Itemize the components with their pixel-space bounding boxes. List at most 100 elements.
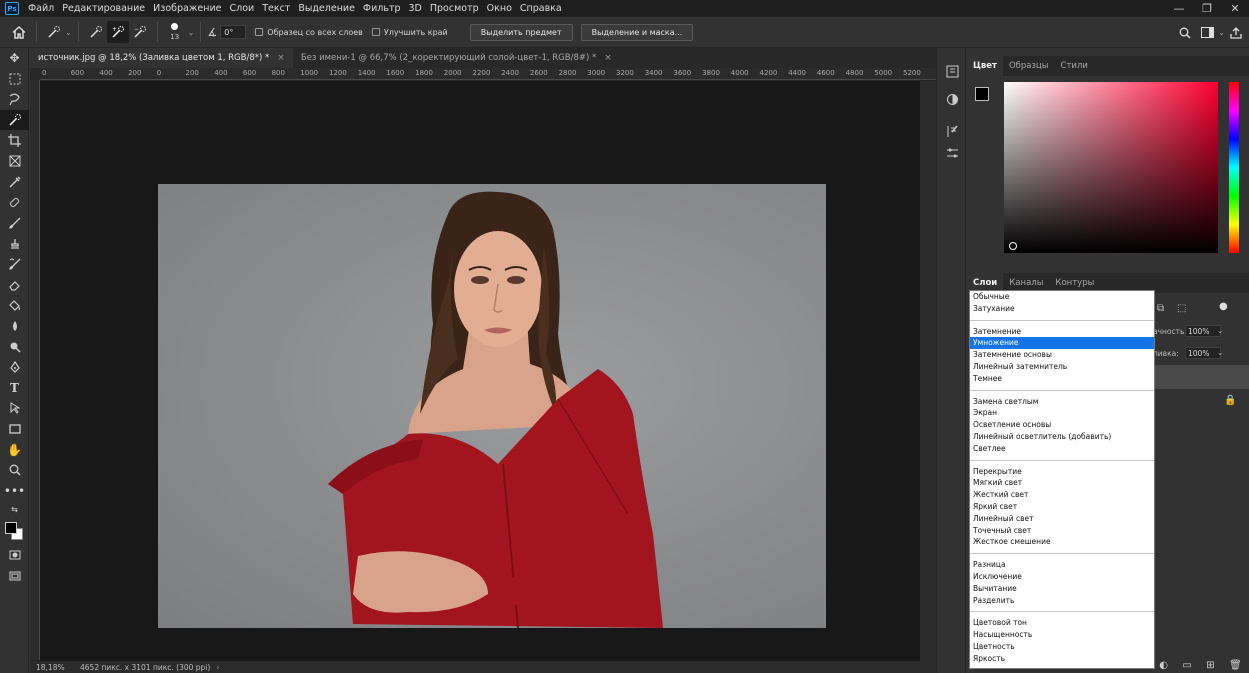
close-icon[interactable]: × bbox=[604, 53, 612, 63]
sample-all-layers-option[interactable]: Образец со всех слоев bbox=[255, 28, 363, 37]
foreground-background-colors[interactable] bbox=[0, 517, 29, 545]
eyedropper-tool-icon[interactable] bbox=[0, 172, 29, 193]
properties-panel-icon[interactable] bbox=[937, 142, 967, 164]
adjustment-layer-icon[interactable]: ◐ bbox=[1159, 660, 1168, 671]
screen-mode-icon[interactable] bbox=[0, 566, 29, 587]
tab-untitled-document[interactable]: Без имени-1 @ 66,7% (2_коректирующий сол… bbox=[293, 48, 620, 68]
blend-mode-option[interactable]: Яркий свет bbox=[970, 501, 1154, 513]
history-brush-tool-icon[interactable] bbox=[0, 254, 29, 275]
healing-brush-tool-icon[interactable] bbox=[0, 192, 29, 213]
chevron-down-icon[interactable]: ⌄ bbox=[65, 28, 72, 37]
home-icon[interactable] bbox=[8, 21, 30, 43]
enhance-edge-checkbox[interactable] bbox=[371, 28, 380, 36]
menu-help[interactable]: Справка bbox=[516, 3, 566, 14]
delete-layer-icon[interactable]: 🗑 bbox=[1229, 660, 1242, 671]
crop-tool-icon[interactable] bbox=[0, 130, 29, 151]
color-picker-field[interactable] bbox=[1004, 82, 1218, 253]
marquee-tool-icon[interactable] bbox=[0, 69, 29, 90]
filter-toggle-icon[interactable]: ● bbox=[1219, 301, 1228, 312]
blend-mode-option[interactable]: Светлее bbox=[970, 443, 1154, 455]
blend-mode-option[interactable]: Осветление основы bbox=[970, 419, 1154, 431]
menu-layers[interactable]: Слои bbox=[225, 3, 258, 14]
restore-button[interactable]: ❐ bbox=[1193, 0, 1221, 17]
blend-mode-option[interactable]: Обычные bbox=[970, 291, 1154, 303]
history-panel-icon[interactable] bbox=[937, 60, 967, 82]
hue-slider[interactable] bbox=[1229, 82, 1239, 253]
workspace-icon[interactable] bbox=[1196, 22, 1218, 44]
chevron-down-icon[interactable]: ⌄ bbox=[1217, 348, 1223, 357]
menu-window[interactable]: Окно bbox=[483, 3, 516, 14]
enhance-edge-option[interactable]: Улучшить край bbox=[371, 28, 448, 37]
chevron-down-icon[interactable]: ⌄ bbox=[1217, 326, 1223, 335]
blend-mode-option[interactable]: Затухание bbox=[970, 303, 1154, 315]
chevron-right-icon[interactable]: › bbox=[216, 663, 219, 672]
lock-artboard-icon[interactable]: ⧉ bbox=[1157, 303, 1164, 314]
tab-styles[interactable]: Стили bbox=[1055, 56, 1094, 76]
hand-tool-icon[interactable]: ✋ bbox=[0, 439, 29, 460]
blend-mode-option[interactable]: Экран bbox=[970, 407, 1154, 419]
swap-colors-icon[interactable]: ⇆ bbox=[0, 501, 29, 517]
blend-mode-option[interactable]: Линейный затемнитель bbox=[970, 361, 1154, 373]
chevron-down-icon[interactable]: ⌄ bbox=[188, 28, 195, 37]
brush-size-picker[interactable]: 13 bbox=[164, 18, 186, 46]
layer-row[interactable] bbox=[1152, 365, 1249, 389]
angle-input[interactable]: 0° bbox=[220, 25, 247, 39]
eraser-tool-icon[interactable] bbox=[0, 275, 29, 296]
fill-input[interactable]: 100% bbox=[1185, 347, 1221, 359]
menu-3d[interactable]: 3D bbox=[405, 3, 426, 14]
blend-mode-option[interactable]: Затемнение bbox=[970, 326, 1154, 338]
close-window-button[interactable]: ✕ bbox=[1221, 0, 1249, 17]
canvas-pasteboard[interactable] bbox=[40, 81, 920, 661]
blend-mode-option[interactable]: Разница bbox=[970, 559, 1154, 571]
color-picker-cursor[interactable] bbox=[1009, 242, 1017, 250]
blend-mode-option[interactable]: Вычитание bbox=[970, 583, 1154, 595]
foreground-color-swatch[interactable] bbox=[975, 87, 989, 101]
tool-preset-quick-select-icon[interactable] bbox=[43, 21, 65, 43]
blend-mode-option[interactable]: Яркость bbox=[970, 653, 1154, 665]
menu-edit[interactable]: Редактирование bbox=[58, 3, 149, 14]
zoom-level[interactable]: 18,18% bbox=[36, 663, 74, 672]
menu-type[interactable]: Текст bbox=[258, 3, 294, 14]
quick-selection-tool-icon[interactable] bbox=[0, 109, 29, 131]
menu-filter[interactable]: Фильтр bbox=[359, 3, 405, 14]
subtract-from-selection-brush-icon[interactable]: − bbox=[129, 21, 151, 43]
brush-settings-panel-icon[interactable] bbox=[937, 120, 967, 142]
edit-toolbar-icon[interactable]: ••• bbox=[0, 480, 29, 501]
sample-all-layers-checkbox[interactable] bbox=[255, 28, 264, 36]
blend-mode-option[interactable]: Цветность bbox=[970, 641, 1154, 653]
blend-mode-option[interactable]: Умножение bbox=[970, 337, 1154, 350]
blend-mode-option[interactable]: Мягкий свет bbox=[970, 477, 1154, 489]
share-icon[interactable] bbox=[1225, 22, 1247, 44]
move-tool-icon[interactable]: ✥ bbox=[0, 48, 29, 69]
menu-select[interactable]: Выделение bbox=[294, 3, 359, 14]
menu-file[interactable]: Файл bbox=[24, 3, 58, 14]
blend-mode-option[interactable]: Разделить bbox=[970, 595, 1154, 607]
chevron-down-icon[interactable]: ⌄ bbox=[1218, 28, 1225, 37]
rectangle-tool-icon[interactable] bbox=[0, 419, 29, 440]
blend-mode-option[interactable]: Перекрытие bbox=[970, 466, 1154, 478]
path-selection-tool-icon[interactable] bbox=[0, 398, 29, 419]
brush-tool-icon[interactable] bbox=[0, 213, 29, 234]
lock-position-icon[interactable]: ⬚ bbox=[1177, 303, 1186, 314]
foreground-color-swatch[interactable] bbox=[5, 522, 17, 535]
frame-tool-icon[interactable] bbox=[0, 151, 29, 172]
quick-mask-icon[interactable] bbox=[0, 545, 29, 566]
lasso-tool-icon[interactable] bbox=[0, 89, 29, 110]
tab-color[interactable]: Цвет bbox=[967, 56, 1003, 76]
blend-mode-option[interactable]: Насыщенность bbox=[970, 629, 1154, 641]
blend-mode-dropdown[interactable]: Обычные Затухание Затемнение Умножение Затем… bbox=[969, 290, 1155, 669]
pen-tool-icon[interactable] bbox=[0, 357, 29, 378]
zoom-tool-icon[interactable] bbox=[0, 460, 29, 481]
menu-image[interactable]: Изображение bbox=[149, 3, 225, 14]
add-to-selection-brush-icon[interactable]: + bbox=[106, 21, 129, 43]
clone-stamp-tool-icon[interactable] bbox=[0, 233, 29, 254]
blur-tool-icon[interactable] bbox=[0, 316, 29, 337]
vertical-scrollbar[interactable] bbox=[920, 81, 936, 661]
minimize-button[interactable]: — bbox=[1165, 0, 1193, 17]
blend-mode-option[interactable]: Замена светлым bbox=[970, 396, 1154, 408]
blend-mode-option[interactable]: Цветовой тон bbox=[970, 617, 1154, 629]
new-selection-brush-icon[interactable] bbox=[85, 21, 107, 43]
blend-mode-option[interactable]: Точечный свет bbox=[970, 525, 1154, 537]
type-tool-icon[interactable]: T bbox=[0, 378, 29, 399]
dodge-tool-icon[interactable] bbox=[0, 336, 29, 357]
